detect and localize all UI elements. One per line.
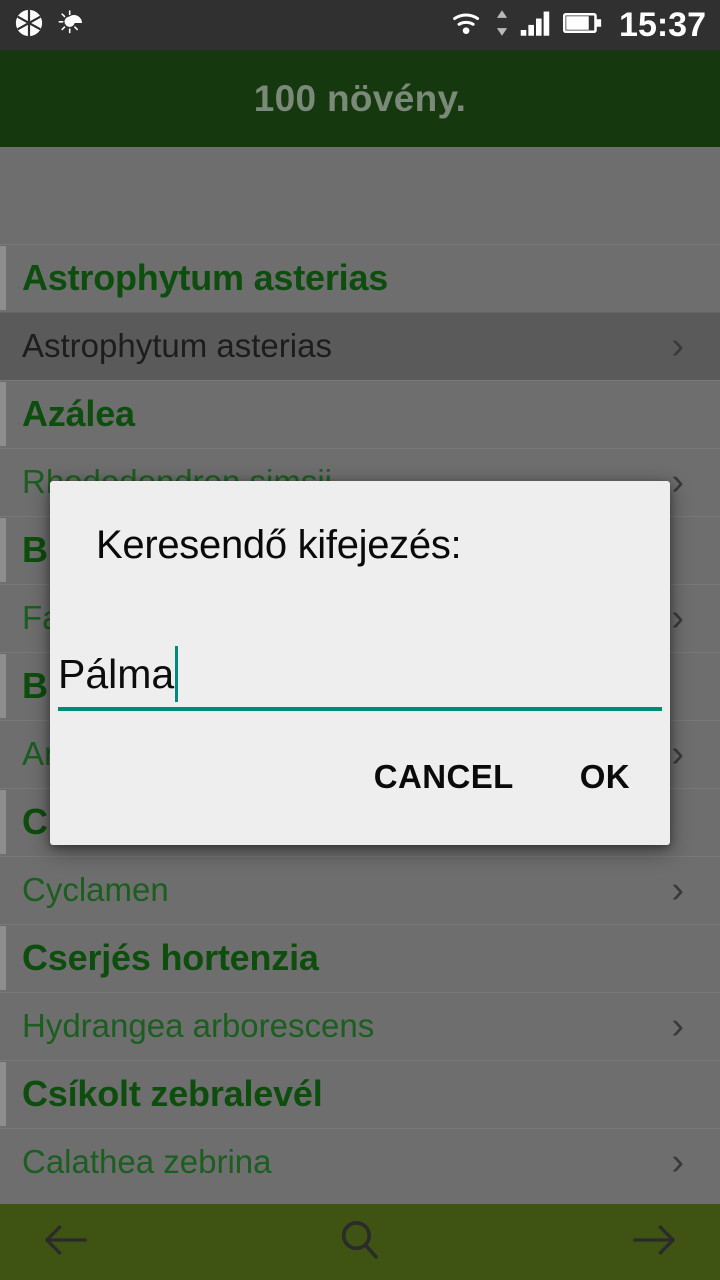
search-input[interactable]: Pálma — [58, 641, 662, 707]
ok-button[interactable]: OK — [558, 746, 652, 808]
dialog-input-wrapper: Pálma — [58, 641, 662, 711]
text-cursor — [175, 646, 179, 702]
cancel-button[interactable]: CANCEL — [352, 746, 536, 808]
search-dialog: Keresendő kifejezés: Pálma CANCEL OK — [50, 481, 670, 845]
dialog-title: Keresendő kifejezés: — [96, 523, 462, 567]
input-underline — [58, 707, 662, 711]
phone-screen: 15:37 100 növény. Astrophytum asterias A… — [0, 0, 720, 1280]
search-input-value: Pálma — [58, 650, 175, 697]
dialog-actions: CANCEL OK — [50, 737, 670, 817]
